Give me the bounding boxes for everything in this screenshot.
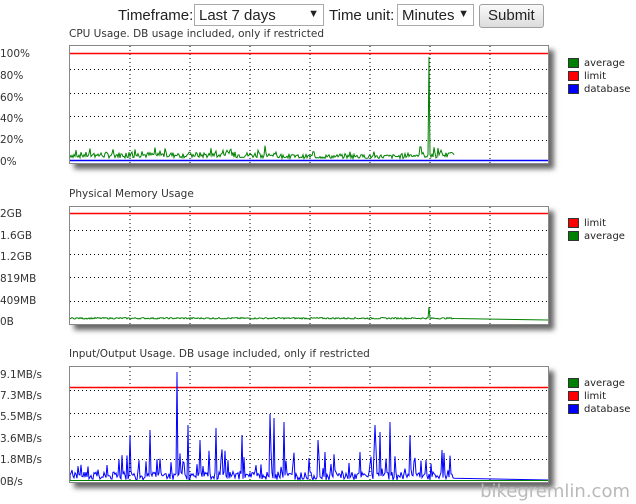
y-tick-label: 60% [0, 92, 24, 104]
y-tick-label: 80% [0, 70, 24, 82]
y-tick-label: 1.2GB [0, 251, 33, 263]
legend-swatch [568, 404, 579, 414]
y-tick-label: 40% [0, 113, 24, 125]
cpu-chart-svg [70, 46, 548, 163]
legend-label: limit [584, 71, 606, 82]
dropdown-arrow-icon: ▼ [308, 8, 319, 20]
legend-swatch [568, 218, 579, 228]
io-legend: average limit database [568, 377, 630, 416]
y-tick-label: 819MB [0, 273, 37, 285]
memory-average-series [70, 306, 548, 321]
memory-chart-plot [69, 206, 549, 325]
cpu-chart-plot [69, 45, 549, 164]
legend-item: limit [568, 70, 630, 83]
legend-item: average [568, 377, 630, 390]
y-tick-label: 0% [0, 156, 17, 168]
legend-label: average [584, 231, 625, 242]
legend-swatch [568, 378, 579, 388]
io-chart-title: Input/Output Usage. DB usage included, o… [69, 348, 370, 360]
legend-swatch [568, 58, 579, 68]
cpu-chart-title: CPU Usage. DB usage included, only if re… [69, 28, 324, 40]
submit-button[interactable]: Submit [479, 4, 544, 28]
timeframe-label: Timeframe: [118, 7, 194, 24]
y-tick-label: 5.5MB/s [0, 411, 42, 423]
dropdown-arrow-icon: ▼ [458, 8, 469, 20]
watermark: bikegremlin.com [480, 481, 630, 502]
legend-label: limit [584, 218, 606, 229]
timeframe-select[interactable]: Last 7 days ▼ [194, 4, 324, 26]
y-tick-label: 100% [0, 48, 31, 60]
y-tick-label: 3.6MB/s [0, 433, 42, 445]
toolbar: Timeframe: Last 7 days ▼ Time unit: Minu… [0, 4, 636, 28]
legend-label: limit [584, 391, 606, 402]
io-chart-plot [69, 366, 549, 483]
y-tick-label: 9.1MB/s [0, 369, 42, 381]
legend-swatch [568, 71, 579, 81]
timeunit-label: Time unit: [329, 7, 395, 24]
legend-swatch [568, 391, 579, 401]
y-tick-label: 2GB [0, 208, 23, 220]
legend-swatch [568, 231, 579, 241]
timeunit-select[interactable]: Minutes ▼ [397, 4, 474, 26]
timeframe-value: Last 7 days [199, 7, 276, 24]
io-chart-svg [70, 367, 548, 482]
timeunit-value: Minutes [402, 7, 455, 24]
legend-item: limit [568, 390, 630, 403]
y-tick-label: 0B [0, 316, 14, 328]
memory-chart-svg [70, 207, 548, 324]
y-tick-label: 7.3MB/s [0, 390, 42, 402]
legend-label: average [584, 378, 625, 389]
legend-item: average [568, 57, 630, 70]
cpu-average-series [70, 56, 455, 161]
y-tick-label: 409MB [0, 295, 37, 307]
legend-item: average [568, 230, 625, 243]
memory-chart-title: Physical Memory Usage [69, 188, 194, 200]
y-tick-label: 20% [0, 134, 24, 146]
legend-label: average [584, 58, 625, 69]
legend-label: database [584, 84, 631, 95]
y-tick-label: 0B/s [0, 476, 23, 488]
legend-item: database [568, 83, 630, 96]
memory-legend: limit average [568, 217, 625, 243]
legend-label: database [584, 404, 631, 415]
legend-item: limit [568, 217, 625, 230]
legend-item: database [568, 403, 630, 416]
y-tick-label: 1.6GB [0, 230, 33, 242]
cpu-legend: average limit database [568, 57, 630, 96]
y-tick-label: 1.8MB/s [0, 454, 42, 466]
legend-swatch [568, 84, 579, 94]
